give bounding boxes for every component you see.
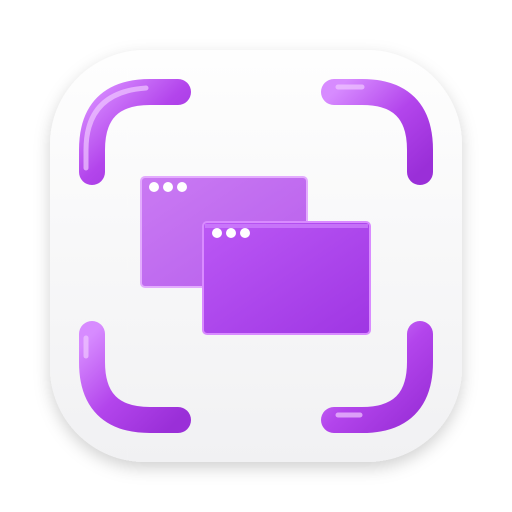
app-icon-svg [50,50,462,462]
traffic-light-dot [226,228,236,238]
traffic-light-dot [212,228,222,238]
traffic-light-dot [177,182,187,192]
traffic-light-dot [240,228,250,238]
traffic-light-dot [149,182,159,192]
front-window-icon [202,221,371,335]
app-icon [0,0,512,512]
traffic-light-dot [163,182,173,192]
